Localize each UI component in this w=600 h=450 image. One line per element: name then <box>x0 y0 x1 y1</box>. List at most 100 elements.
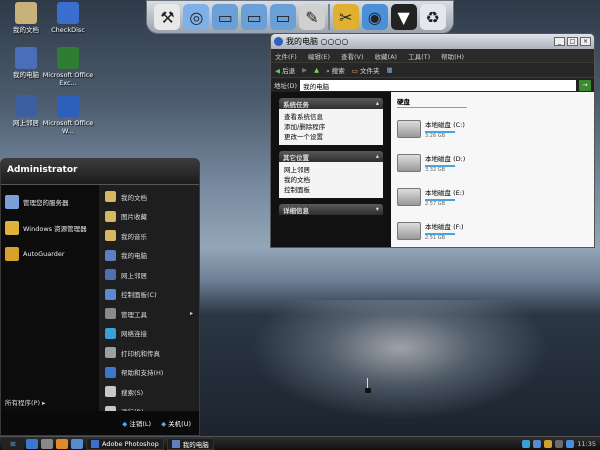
quicklaunch-ie-icon[interactable] <box>26 438 38 449</box>
desktop-icon-checkdisc[interactable]: CheckDisc <box>42 2 94 34</box>
word-icon <box>57 95 79 117</box>
details-panel: 详细信息 ▾ <box>279 204 383 215</box>
tray-network-icon[interactable] <box>522 439 531 448</box>
task-change-setting[interactable]: 更改一个设置 <box>284 132 378 142</box>
arrow-right-icon: ▸ <box>42 399 46 407</box>
logoff-button[interactable]: ◆ 注销(L) <box>122 418 151 428</box>
settings-icon[interactable]: ✎ <box>298 4 325 30</box>
file-list: 硬盘 本地磁盘 (C:) 3.26 GB 本地磁盘 (D:) 3.32 GB 本地磁… <box>391 92 594 247</box>
start-item-my-music[interactable]: 我的音乐 <box>99 226 199 246</box>
dock: ⚒ ◎ ▭ ▭ ▭ ✎ ✂ ◉ ▼ ♻ <box>146 0 454 34</box>
globe-icon[interactable]: ◉ <box>361 4 388 30</box>
desktop-icon-word[interactable]: Microsoft Office W... <box>42 95 94 135</box>
start-button[interactable]: ⊞ <box>2 437 24 450</box>
start-item-my-pictures[interactable]: 图片收藏 <box>99 207 199 227</box>
system-tray: 11:35 <box>522 439 600 448</box>
menu-tools[interactable]: 工具(T) <box>408 51 430 61</box>
start-menu-places: 我的文档 图片收藏 我的音乐 我的电脑 网上邻居 控制面板(C) 管理工具 ▸ 网… <box>99 185 199 417</box>
back-button[interactable]: ◀ 后退 <box>275 65 295 75</box>
other-places-panel: 其它位置 ▴ 网上邻居 我的文档 控制面板 <box>279 151 383 198</box>
start-item-server-manager[interactable]: 管理您的服务器 <box>1 189 99 215</box>
address-input[interactable]: 我的电脑 <box>300 79 576 91</box>
clock[interactable]: 11:35 <box>577 440 596 448</box>
task-view-system-info[interactable]: 查看系统信息 <box>284 112 378 122</box>
details-header[interactable]: 详细信息 ▾ <box>279 204 383 215</box>
views-button[interactable]: ▦ <box>387 66 393 74</box>
start-item-control-panel[interactable]: 控制面板(C) <box>99 285 199 305</box>
my-computer-icon <box>171 439 180 448</box>
network-icon <box>15 95 37 117</box>
taskbar-item-my-computer[interactable]: 我的电脑 <box>166 437 214 450</box>
place-network[interactable]: 网上邻居 <box>284 165 378 175</box>
start-menu-user: Administrator <box>1 159 199 185</box>
start-item-search[interactable]: 搜索(S) <box>99 382 199 402</box>
menu-help[interactable]: 帮助(H) <box>441 51 464 61</box>
my-music-icon <box>105 230 116 242</box>
start-item-my-documents[interactable]: 我的文档 <box>99 187 199 207</box>
search-button[interactable]: ⌕ 搜索 <box>326 65 345 76</box>
system-tasks-header[interactable]: 系统任务 ▴ <box>279 98 383 109</box>
start-item-windows-explorer[interactable]: Windows 资源管理器 <box>1 215 99 241</box>
desktop-icon-excel[interactable]: Microsoft Office Exc... <box>42 47 94 87</box>
folders-button[interactable]: ▭ 文件夹 <box>352 65 380 75</box>
drive-d[interactable]: 本地磁盘 (D:) 3.32 GB <box>397 146 588 180</box>
up-folder-button[interactable]: ▲ <box>314 66 319 74</box>
quicklaunch-media-icon[interactable] <box>56 438 68 449</box>
minimize-button[interactable]: _ <box>554 37 565 46</box>
task-add-remove-programs[interactable]: 添加/删除程序 <box>284 122 378 132</box>
power-icon: ◆ <box>161 420 167 428</box>
network-icon <box>105 269 116 281</box>
windows-logo-icon: ⊞ <box>10 439 16 448</box>
menu-edit[interactable]: 编辑(E) <box>308 51 330 61</box>
collapse-icon: ▴ <box>375 99 379 107</box>
shutdown-button[interactable]: ◆ 关机(U) <box>161 418 191 428</box>
my-documents-icon <box>15 2 37 24</box>
drive-c[interactable]: 本地磁盘 (C:) 3.26 GB <box>397 112 588 146</box>
start-item-admin-tools[interactable]: 管理工具 ▸ <box>99 304 199 324</box>
drive-f[interactable]: 本地磁盘 (F:) 2.51 GB <box>397 214 588 248</box>
start-item-my-computer[interactable]: 我的电脑 <box>99 246 199 266</box>
go-button[interactable]: → <box>579 79 591 91</box>
all-programs-button[interactable]: 所有程序(P) ▸ <box>5 397 45 407</box>
tools-icon[interactable]: ⚒ <box>154 4 181 30</box>
explorer-icon <box>5 221 19 235</box>
folder-tools-icon[interactable]: ▭ <box>270 4 297 30</box>
start-item-autoguarder[interactable]: AutoGuarder <box>1 241 99 267</box>
folder-icon: ▭ <box>351 67 358 75</box>
menu-view[interactable]: 查看(V) <box>341 51 364 61</box>
folder-open-icon[interactable]: ▭ <box>241 4 268 30</box>
place-my-documents[interactable]: 我的文档 <box>284 175 378 185</box>
my-computer-icon <box>105 249 116 261</box>
window-body: 系统任务 ▴ 查看系统信息 添加/删除程序 更改一个设置 其它位置 ▴ 网上邻居 我… <box>271 92 594 247</box>
tray-info-icon[interactable] <box>566 439 575 448</box>
menu-file[interactable]: 文件(F) <box>275 51 297 61</box>
forward-button[interactable]: ▶ <box>302 66 307 74</box>
tray-volume-icon[interactable] <box>555 439 564 448</box>
control-panel-icon <box>105 288 116 300</box>
taskbar-item-photoshop[interactable]: Adobe Photoshop <box>86 437 164 450</box>
internet-icon[interactable]: ◎ <box>183 4 210 30</box>
back-arrow-icon: ◀ <box>275 67 280 75</box>
window-titlebar[interactable]: 我的电脑 ○○○○ _ □ × <box>271 34 594 49</box>
quicklaunch-explorer-icon[interactable] <box>71 438 83 449</box>
menu-favorites[interactable]: 收藏(A) <box>375 51 398 61</box>
quicklaunch-desktop-icon[interactable] <box>41 438 53 449</box>
hard-drive-icon <box>397 154 421 172</box>
utilities-icon[interactable]: ✂ <box>332 4 359 30</box>
maximize-button[interactable]: □ <box>567 37 578 46</box>
tray-security-icon[interactable] <box>544 439 553 448</box>
place-control-panel[interactable]: 控制面板 <box>284 185 378 195</box>
tshirt-icon[interactable]: ▼ <box>390 4 417 30</box>
start-item-help[interactable]: 帮助和支持(H) <box>99 363 199 383</box>
start-item-printers[interactable]: 打印机和传真 <box>99 343 199 363</box>
logoff-icon: ◆ <box>122 420 128 428</box>
search-icon: ⌕ <box>326 66 330 75</box>
other-places-header[interactable]: 其它位置 ▴ <box>279 151 383 162</box>
drive-e[interactable]: 本地磁盘 (E:) 2.57 GB <box>397 180 588 214</box>
recycle-bin-icon[interactable]: ♻ <box>419 4 446 30</box>
folder-icon[interactable]: ▭ <box>212 4 239 30</box>
close-button[interactable]: × <box>580 37 591 46</box>
tray-app-icon[interactable] <box>533 439 542 448</box>
start-item-network[interactable]: 网上邻居 <box>99 265 199 285</box>
start-item-network-connections[interactable]: 网络连接 <box>99 324 199 344</box>
